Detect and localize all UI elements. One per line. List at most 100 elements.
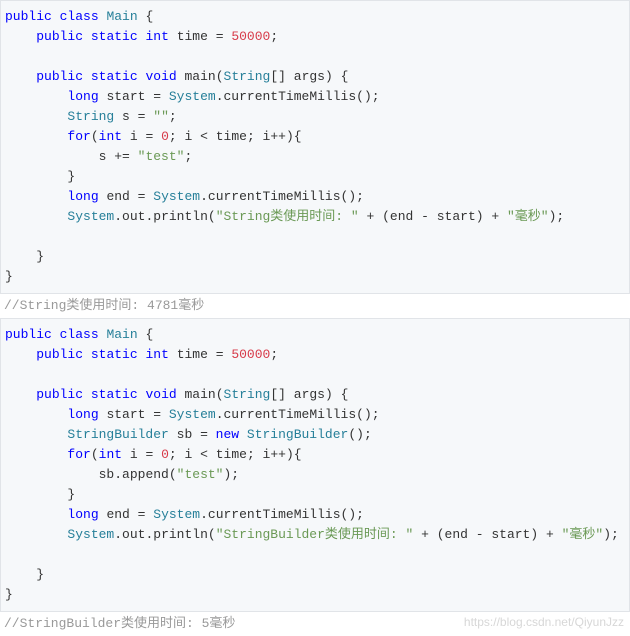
dot: . xyxy=(114,527,122,542)
num-50000: 50000 xyxy=(231,29,270,44)
id-start: start xyxy=(437,209,476,224)
eq: = xyxy=(130,507,153,522)
pluseq: += xyxy=(106,149,137,164)
brace-open: { xyxy=(294,447,302,462)
str-test: "test" xyxy=(177,467,224,482)
id-i: i xyxy=(130,447,138,462)
semi: ; xyxy=(231,467,239,482)
num-50000: 50000 xyxy=(231,347,270,362)
id-time: time xyxy=(216,129,247,144)
rbrack: ] xyxy=(278,387,286,402)
id-end: end xyxy=(106,189,129,204)
semi: ; xyxy=(184,149,192,164)
brace-close: } xyxy=(67,487,75,502)
brace-open: { xyxy=(145,327,153,342)
kw-class: class xyxy=(60,327,99,342)
kw-public: public xyxy=(36,29,83,44)
type-system: System xyxy=(67,209,114,224)
semi: ; xyxy=(611,527,619,542)
id-ctm: currentTimeMillis xyxy=(208,507,341,522)
rbrack: ] xyxy=(278,69,286,84)
lparen: ( xyxy=(91,129,99,144)
brace-close: } xyxy=(67,169,75,184)
kw-int: int xyxy=(99,129,122,144)
kw-long: long xyxy=(67,89,98,104)
minus: - xyxy=(413,209,436,224)
rparen: ) xyxy=(364,407,372,422)
semi: ; xyxy=(270,29,278,44)
dot: . xyxy=(114,209,122,224)
kw-for: for xyxy=(67,129,90,144)
rparen: ) xyxy=(348,189,356,204)
kw-int: int xyxy=(145,347,168,362)
id-args: args xyxy=(294,387,325,402)
brace-close: } xyxy=(36,249,44,264)
str-ms: "毫秒" xyxy=(562,527,604,542)
num-0: 0 xyxy=(161,447,169,462)
rparen: ) xyxy=(356,427,364,442)
id-start: start xyxy=(106,407,145,422)
rparen: ) xyxy=(325,69,333,84)
semi: ; xyxy=(356,507,364,522)
id-ctm: currentTimeMillis xyxy=(224,89,357,104)
kw-class: class xyxy=(60,9,99,24)
dot: . xyxy=(114,467,122,482)
type-string: String xyxy=(224,69,271,84)
kw-static: static xyxy=(91,347,138,362)
eq: = xyxy=(208,347,231,362)
semisp: ; xyxy=(169,447,185,462)
rparen: ) xyxy=(286,129,294,144)
dot: . xyxy=(200,189,208,204)
str-label2: "StringBuilder类使用时间: " xyxy=(216,527,414,542)
kw-void: void xyxy=(145,69,176,84)
code-block-2: public class Main { public static int ti… xyxy=(0,318,630,612)
dot: . xyxy=(216,407,224,422)
rparen: ) xyxy=(476,209,484,224)
lparen: ( xyxy=(382,209,390,224)
str-ms: "毫秒" xyxy=(507,209,549,224)
plus: + xyxy=(538,527,561,542)
kw-long: long xyxy=(67,189,98,204)
eq: = xyxy=(130,189,153,204)
lparen: ( xyxy=(216,69,224,84)
comment-output-2: //StringBuilder类使用时间: 5毫秒 xyxy=(0,612,630,636)
id-time: time xyxy=(177,347,208,362)
id-main: main xyxy=(185,387,216,402)
id-end: end xyxy=(445,527,468,542)
lbrack: [ xyxy=(270,69,278,84)
brace-open: { xyxy=(341,69,349,84)
type-string: String xyxy=(224,387,271,402)
kw-int: int xyxy=(145,29,168,44)
id-args: args xyxy=(294,69,325,84)
lparen: ( xyxy=(169,467,177,482)
id-ctm: currentTimeMillis xyxy=(224,407,357,422)
semi: ; xyxy=(372,89,380,104)
lparen: ( xyxy=(356,89,364,104)
eq: = xyxy=(138,447,161,462)
semisp: ; xyxy=(169,129,185,144)
str-label1: "String类使用时间: " xyxy=(216,209,359,224)
lt: < xyxy=(192,447,215,462)
rparen: ) xyxy=(530,527,538,542)
str-test: "test" xyxy=(138,149,185,164)
kw-public: public xyxy=(36,69,83,84)
lparen: ( xyxy=(91,447,99,462)
brace-open: { xyxy=(145,9,153,24)
eq: = xyxy=(130,109,153,124)
type-system: System xyxy=(169,407,216,422)
dot: . xyxy=(216,89,224,104)
rparen: ) xyxy=(348,507,356,522)
type-stringbuilder: StringBuilder xyxy=(67,427,168,442)
lparen: ( xyxy=(356,407,364,422)
kw-public: public xyxy=(5,327,52,342)
type-stringbuilder: StringBuilder xyxy=(247,427,348,442)
semi: ; xyxy=(356,189,364,204)
kw-static: static xyxy=(91,69,138,84)
semi: ; xyxy=(169,109,177,124)
id-append: append xyxy=(122,467,169,482)
type-system: System xyxy=(169,89,216,104)
type-main: Main xyxy=(106,327,137,342)
num-0: 0 xyxy=(161,129,169,144)
id-println: println xyxy=(153,209,208,224)
kw-public: public xyxy=(36,387,83,402)
